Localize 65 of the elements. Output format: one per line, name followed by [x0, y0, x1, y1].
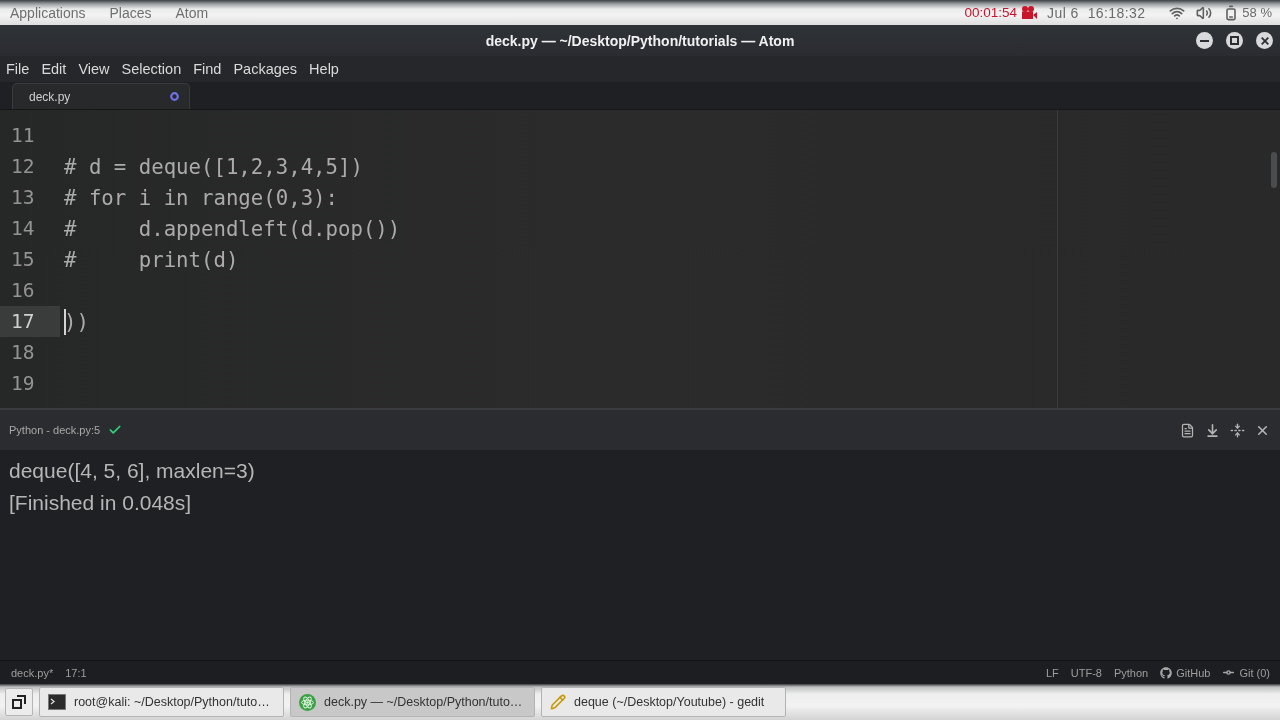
top-bar-menu[interactable]: Places	[107, 4, 154, 21]
code-line: # d = deque([1,2,3,4,5])	[64, 153, 363, 180]
document-icon	[1180, 422, 1195, 438]
line-number: 19	[10, 371, 36, 397]
git-link[interactable]: Git (0)	[1239, 666, 1270, 679]
menu-item[interactable]: Help	[303, 61, 345, 77]
close-icon	[1260, 36, 1269, 45]
output-line: [Finished in 0.048s]	[9, 490, 192, 516]
line-number: 18	[10, 340, 36, 366]
taskbar-window-button[interactable]: deck.py — ~/Desktop/Python/tuto…	[290, 687, 535, 717]
copy-output-button[interactable]	[1180, 422, 1195, 438]
atom-icon	[299, 693, 316, 711]
top-bar-menu[interactable]: Atom	[173, 4, 211, 21]
grammar[interactable]: Python	[1113, 666, 1149, 679]
line-number: 12	[10, 154, 36, 180]
output-line: deque([4, 5, 6], maxlen=3)	[9, 458, 255, 484]
square-icon	[1230, 36, 1239, 45]
battery-percent: 58 %	[1242, 5, 1272, 20]
menu-item[interactable]: Edit	[35, 61, 73, 77]
terminal-icon	[48, 694, 66, 710]
line-number: 14	[10, 216, 36, 242]
top-bar-menu[interactable]: Applications	[8, 4, 88, 21]
menu-item[interactable]: Packages	[227, 61, 304, 77]
line-number: 15	[10, 247, 36, 273]
line-number: 11	[10, 123, 36, 149]
code-line: # for i in range(0,3):	[64, 184, 338, 211]
line-number: 16	[10, 278, 36, 304]
line-ending[interactable]: LF	[1045, 666, 1059, 679]
file-name[interactable]: deck.py*	[11, 666, 54, 679]
volume-icon[interactable]	[1196, 4, 1213, 21]
line-number: 17	[0, 306, 60, 337]
maximize-button[interactable]	[1226, 32, 1243, 49]
taskbar-window-button[interactable]: root@kali: ~/Desktop/Python/tuto…	[39, 687, 284, 717]
code-line: # d.appendleft(d.pop())	[64, 215, 401, 242]
menu-item[interactable]: Selection	[115, 61, 188, 77]
minimize-button[interactable]	[1196, 32, 1213, 49]
encoding[interactable]: UTF-8	[1070, 666, 1102, 679]
save-output-button[interactable]	[1205, 422, 1220, 438]
editor-tab[interactable]: deck.py	[12, 83, 190, 109]
download-icon	[1205, 422, 1220, 438]
github-link[interactable]: GitHub	[1176, 666, 1211, 679]
resize-icon	[1230, 422, 1245, 438]
recording-timer: 00:01:54	[964, 5, 1018, 20]
code-line: ))	[64, 308, 89, 335]
menu-item[interactable]: View	[72, 61, 116, 77]
cursor-position[interactable]: 17:1	[65, 666, 87, 679]
close-button[interactable]	[1256, 32, 1273, 49]
show-desktop-icon	[12, 695, 26, 709]
line-number: 13	[10, 185, 36, 211]
taskbar-window-button[interactable]: deque (~/Desktop/Youtube) - gedit	[541, 687, 786, 717]
github-logo-icon	[1160, 666, 1173, 679]
menu-item[interactable]: File	[0, 61, 36, 77]
panel-title: Python - deck.py:5	[9, 424, 101, 436]
menu-item[interactable]: Find	[187, 61, 228, 77]
scrollbar-thumb[interactable]	[1271, 152, 1277, 188]
pencil-icon	[550, 694, 566, 710]
tab-label: deck.py	[29, 89, 71, 104]
date-text: Jul 6	[1047, 4, 1079, 21]
show-desktop-button[interactable]	[5, 688, 33, 716]
minus-icon	[1200, 39, 1209, 42]
clock-text: 16:18:32	[1087, 4, 1146, 21]
resize-panel-button[interactable]	[1230, 422, 1245, 438]
code-line: # print(d)	[64, 246, 239, 273]
window-title: deck.py — ~/Desktop/Python/tutorials — Atom	[485, 32, 795, 49]
movie-camera-icon	[1021, 6, 1038, 19]
